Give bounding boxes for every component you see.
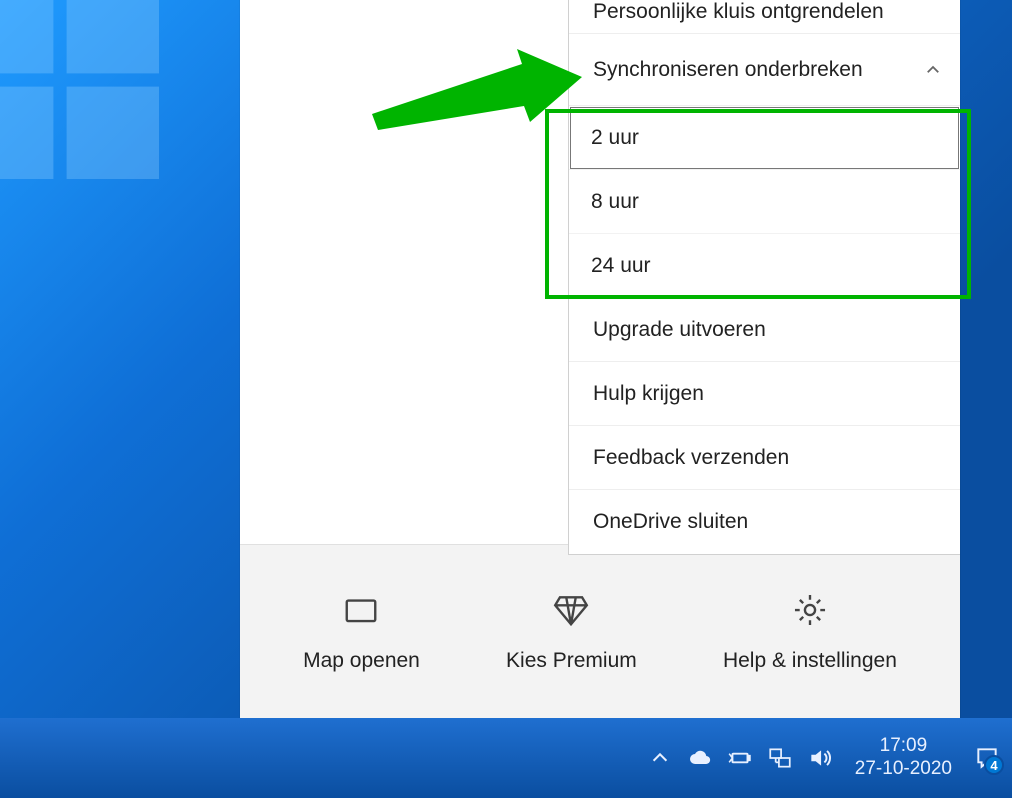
menu-close-onedrive[interactable]: OneDrive sluiten	[569, 490, 960, 554]
menu-label: Upgrade uitvoeren	[593, 318, 766, 342]
speaker-icon	[807, 745, 833, 771]
flyout-body: Persoonlijke kluis ontgrendelen Synchron…	[240, 0, 960, 544]
menu-label: Persoonlijke kluis ontgrendelen	[593, 0, 884, 24]
menu-label: Feedback verzenden	[593, 446, 789, 470]
menu-unlock-vault[interactable]: Persoonlijke kluis ontgrendelen	[569, 0, 960, 34]
premium-button[interactable]: Kies Premium	[506, 591, 637, 673]
menu-send-feedback[interactable]: Feedback verzenden	[569, 426, 960, 490]
taskbar-clock[interactable]: 17:09 27-10-2020	[847, 735, 960, 781]
footer-label: Map openen	[303, 649, 420, 673]
chevron-up-icon	[924, 61, 942, 79]
tray-volume-icon[interactable]	[807, 745, 833, 771]
battery-icon	[727, 745, 753, 771]
folder-icon	[342, 591, 380, 629]
action-center-button[interactable]: 4	[974, 745, 1000, 771]
clock-time: 17:09	[855, 735, 952, 758]
pause-option-label: 24 uur	[591, 254, 651, 278]
gear-icon	[791, 591, 829, 629]
help-settings-button[interactable]: Help & instellingen	[723, 591, 897, 673]
pause-option-label: 8 uur	[591, 190, 639, 214]
pause-option-2h[interactable]: 2 uur	[569, 106, 960, 170]
settings-context-menu: Persoonlijke kluis ontgrendelen Synchron…	[568, 0, 960, 555]
notification-badge: 4	[984, 755, 1004, 775]
network-icon	[767, 745, 793, 771]
tray-power-icon[interactable]	[727, 745, 753, 771]
flyout-footer: Map openen Kies Premium Help & instellin…	[240, 544, 960, 718]
open-folder-button[interactable]: Map openen	[303, 591, 420, 673]
menu-label: Synchroniseren onderbreken	[593, 58, 863, 82]
pause-option-24h[interactable]: 24 uur	[569, 234, 960, 298]
taskbar: 17:09 27-10-2020 4	[0, 718, 1012, 798]
footer-label: Kies Premium	[506, 649, 637, 673]
menu-label: Hulp krijgen	[593, 382, 704, 406]
windows-logo	[0, 0, 170, 190]
menu-label: OneDrive sluiten	[593, 510, 748, 534]
menu-upgrade[interactable]: Upgrade uitvoeren	[569, 298, 960, 362]
pause-option-8h[interactable]: 8 uur	[569, 170, 960, 234]
menu-get-help[interactable]: Hulp krijgen	[569, 362, 960, 426]
tray-network-icon[interactable]	[767, 745, 793, 771]
pause-option-label: 2 uur	[591, 126, 639, 150]
footer-label: Help & instellingen	[723, 649, 897, 673]
menu-pause-sync[interactable]: Synchroniseren onderbreken	[569, 34, 960, 106]
onedrive-flyout: Persoonlijke kluis ontgrendelen Synchron…	[240, 0, 960, 718]
tray-overflow-button[interactable]	[647, 745, 673, 771]
clock-date: 27-10-2020	[855, 758, 952, 781]
tray-onedrive-icon[interactable]	[687, 745, 713, 771]
cloud-icon	[688, 746, 712, 770]
chevron-up-icon	[649, 747, 671, 769]
diamond-icon	[552, 591, 590, 629]
